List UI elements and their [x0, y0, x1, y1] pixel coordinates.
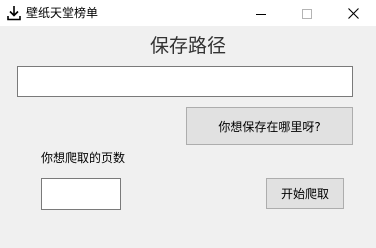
- save-path-heading: 保存路径: [149, 35, 226, 57]
- pages-label: 你想爬取的页数: [41, 151, 126, 165]
- pages-input[interactable]: [41, 178, 121, 210]
- maximize-icon: [302, 4, 312, 23]
- title-bar[interactable]: 壁纸天堂榜单: [0, 0, 376, 26]
- close-button[interactable]: [330, 0, 376, 26]
- download-icon: [6, 5, 22, 21]
- maximize-button[interactable]: [284, 0, 330, 26]
- minimize-button[interactable]: [238, 0, 284, 26]
- minimize-icon: [256, 4, 266, 23]
- choose-location-button[interactable]: 你想保存在哪里呀?: [186, 107, 353, 145]
- app-window: 壁纸天堂榜单 保存路径 你想保存在哪里呀? 你想爬取的页数 开始爬取: [0, 0, 376, 248]
- close-icon: [347, 4, 359, 23]
- save-path-input[interactable]: [17, 66, 353, 97]
- window-title: 壁纸天堂榜单: [26, 6, 99, 20]
- start-crawl-button[interactable]: 开始爬取: [266, 178, 344, 209]
